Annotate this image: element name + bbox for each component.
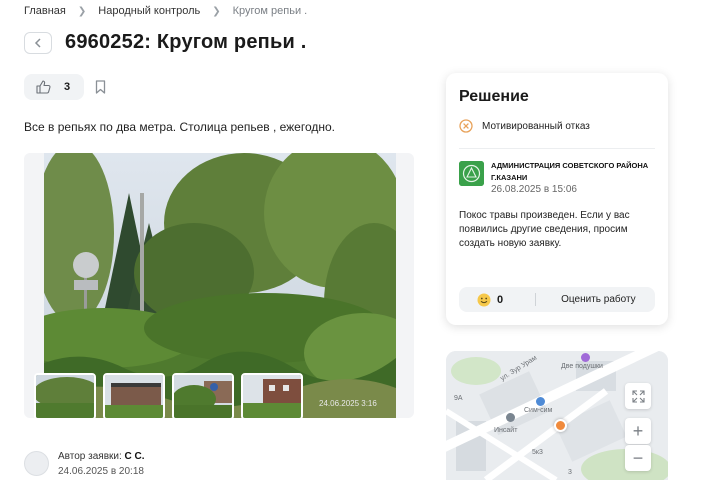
shop-pin-icon [536, 397, 545, 406]
thumbnail[interactable] [34, 373, 96, 418]
back-button[interactable] [24, 32, 52, 54]
map[interactable]: ул. Зур Урам Две подушки Сим-сим Инсайт … [446, 351, 668, 480]
breadcrumb: Главная ❯ Народный контроль ❯ Кругом реп… [24, 5, 307, 17]
divider [459, 148, 655, 149]
shop-pin-icon [506, 413, 515, 422]
map-label: Сим-сим [524, 407, 553, 414]
breadcrumb-separator-icon: ❯ [77, 5, 87, 17]
map-label: Две подушки [561, 363, 603, 370]
breadcrumb-people-control[interactable]: Народный контроль [98, 5, 200, 17]
photo-gallery: 24.06.2025 3:16 [24, 153, 414, 418]
divider [535, 293, 537, 306]
rate-work-button[interactable]: Оценить работу [561, 294, 636, 305]
map-label: 3 [568, 469, 572, 476]
map-label: 9А [454, 395, 463, 402]
map-label: Инсайт [494, 427, 518, 434]
fullscreen-icon [631, 389, 645, 403]
decision-title: Решение [459, 88, 529, 105]
decision-status-text: Мотивированный отказ [482, 120, 590, 132]
zoom-out-button[interactable]: − [625, 445, 651, 471]
decision-answer: Покос травы произведен. Если у вас появи… [459, 210, 630, 249]
page-title: 6960252: Кругом репьи . [65, 31, 307, 53]
decision-card: Решение Мотивированный отказ АДМИНИСТРАЦ… [446, 73, 668, 325]
rating-bar: 0 Оценить работу [459, 287, 655, 312]
fullscreen-button[interactable] [625, 383, 651, 409]
author-label: Автор заявки: С С. [58, 451, 145, 462]
thumbnail[interactable] [241, 373, 303, 418]
organization-logo-icon [459, 161, 484, 186]
chevron-left-icon [34, 38, 41, 48]
author-date: 24.06.2025 в 20:18 [58, 466, 144, 477]
organization-name[interactable]: АДМИНИСТРАЦИЯ СОВЕТСКОГО РАЙОНА Г.КАЗАНИ [491, 160, 661, 184]
like-button[interactable]: 3 [24, 74, 84, 100]
thumbnail[interactable] [172, 373, 234, 418]
like-count: 3 [64, 81, 71, 93]
map-label: 5к3 [532, 449, 543, 456]
rating-count: 0 [497, 293, 504, 306]
shop-pin-icon [581, 353, 590, 362]
author-label-text: Автор заявки: [58, 451, 122, 462]
breadcrumb-current: Кругом репьи . [232, 5, 308, 17]
breadcrumb-separator-icon: ❯ [212, 5, 221, 17]
author-name: С С. [124, 451, 145, 462]
decision-status: Мотивированный отказ [459, 119, 590, 133]
decision-date: 26.08.2025 в 15:06 [491, 184, 577, 195]
issue-description: Все в репьях по два метра. Столица репье… [24, 120, 336, 134]
avatar [24, 451, 49, 476]
zoom-in-button[interactable]: + [625, 418, 651, 444]
photo-timestamp: 24.06.2025 3:16 [319, 399, 377, 408]
thumbnail-strip [34, 373, 303, 418]
thumbnail[interactable] [103, 373, 165, 418]
location-marker-icon[interactable] [554, 419, 567, 432]
refusal-icon [459, 119, 473, 133]
thumbs-up-icon [36, 80, 51, 94]
bookmark-icon[interactable] [95, 80, 106, 94]
smile-icon[interactable] [477, 293, 491, 307]
breadcrumb-home[interactable]: Главная [24, 5, 66, 17]
